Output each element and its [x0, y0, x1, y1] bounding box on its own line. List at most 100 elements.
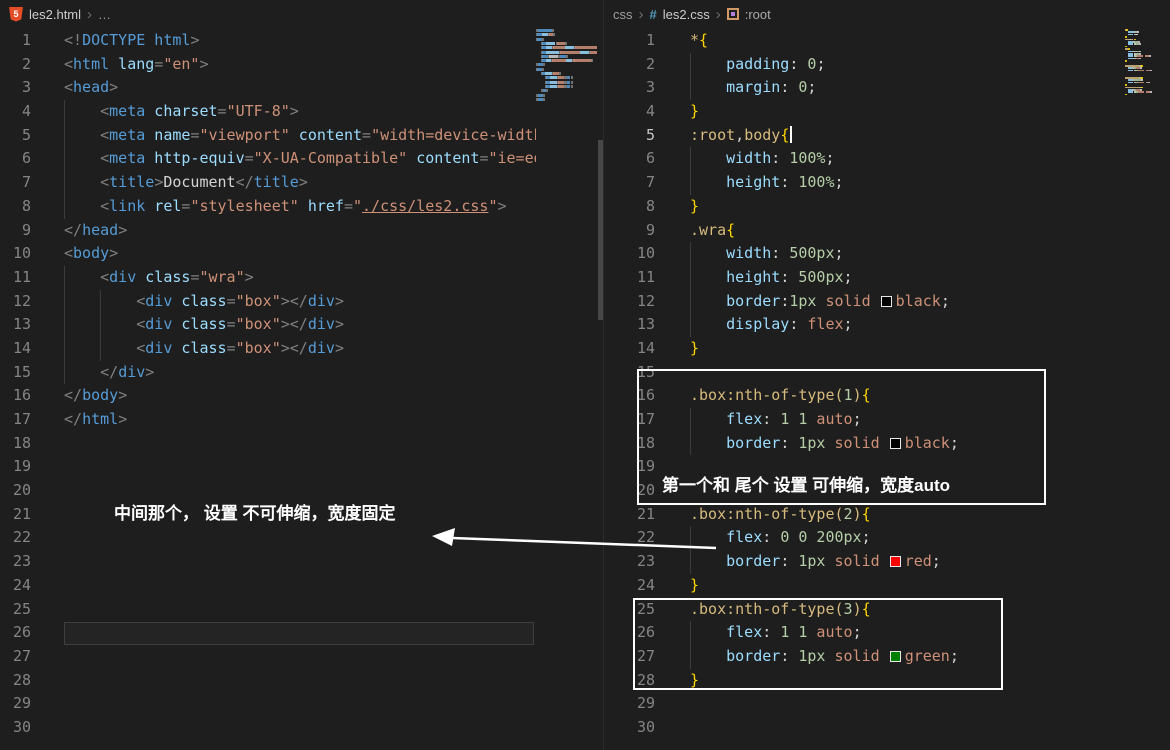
code-line[interactable]: flex: 0 0 200px;: [690, 526, 1124, 550]
code-line[interactable]: <title>Document</title>: [64, 171, 536, 195]
code-line[interactable]: }: [690, 195, 1124, 219]
code-line[interactable]: [64, 550, 536, 574]
code-line[interactable]: </head>: [64, 219, 536, 243]
code-line[interactable]: .wra{: [690, 219, 1124, 243]
line-number: 5: [0, 124, 36, 148]
code-line[interactable]: [690, 692, 1124, 716]
color-swatch[interactable]: [881, 296, 892, 307]
line-number: 9: [604, 219, 660, 243]
code-line[interactable]: *{: [690, 29, 1124, 53]
line-number: 23: [604, 550, 660, 574]
code-line[interactable]: [64, 455, 536, 479]
line-number: 5: [604, 124, 660, 148]
code-line[interactable]: .box:nth-of-type(2){: [690, 503, 1124, 527]
code-line[interactable]: <meta charset="UTF-8">: [64, 100, 536, 124]
indent-guide: [690, 53, 691, 77]
minimap-left[interactable]: [536, 29, 597, 750]
code-line[interactable]: [64, 432, 536, 456]
code-line[interactable]: flex: 1 1 auto;: [690, 408, 1124, 432]
color-swatch[interactable]: [890, 556, 901, 567]
minimap-line: [1138, 82, 1144, 84]
line-number: 12: [604, 290, 660, 314]
code-line[interactable]: <html lang="en">: [64, 53, 536, 77]
code-line[interactable]: border: 1px solid green;: [690, 645, 1124, 669]
code-line[interactable]: [690, 716, 1124, 740]
code-line[interactable]: }: [690, 669, 1124, 693]
code-line[interactable]: <link rel="stylesheet" href="./css/les2.…: [64, 195, 536, 219]
indent-guide: [64, 147, 65, 171]
minimap-line: [574, 59, 590, 62]
code-line[interactable]: [64, 503, 536, 527]
line-number: 2: [604, 53, 660, 77]
code-line[interactable]: </body>: [64, 384, 536, 408]
minimap-line: [1148, 82, 1150, 84]
code-line[interactable]: height: 100%;: [690, 171, 1124, 195]
breadcrumb-filename-left[interactable]: les2.html: [29, 7, 81, 22]
code-line[interactable]: [64, 526, 536, 550]
code-line[interactable]: <!DOCTYPE html>: [64, 29, 536, 53]
code-line[interactable]: }: [690, 100, 1124, 124]
line-number: 21: [604, 503, 660, 527]
minimap-right[interactable]: [1125, 29, 1169, 750]
minimap-line: [1150, 91, 1152, 93]
code-editor-html[interactable]: 1234567891011121314151617181920212223242…: [0, 29, 536, 750]
code-line[interactable]: border:1px solid black;: [690, 290, 1124, 314]
breadcrumb-folder[interactable]: css: [613, 7, 633, 22]
code-line[interactable]: [690, 361, 1124, 385]
code-line[interactable]: .box:nth-of-type(1){: [690, 384, 1124, 408]
breadcrumb-symbol[interactable]: :root: [745, 7, 771, 22]
code-line[interactable]: [64, 574, 536, 598]
code-line[interactable]: padding: 0;: [690, 53, 1124, 77]
code-line[interactable]: }: [690, 574, 1124, 598]
code-line[interactable]: border: 1px solid red;: [690, 550, 1124, 574]
code-line[interactable]: height: 500px;: [690, 266, 1124, 290]
minimap-line: [538, 29, 552, 32]
code-line[interactable]: display: flex;: [690, 313, 1124, 337]
code-line[interactable]: </html>: [64, 408, 536, 432]
line-number: 25: [604, 598, 660, 622]
code-line[interactable]: [64, 645, 536, 669]
code-line[interactable]: <div class="box"></div>: [64, 290, 536, 314]
code-line[interactable]: </div>: [64, 361, 536, 385]
minimap-line: [1138, 91, 1144, 93]
current-line-highlight: [64, 622, 534, 646]
code-line[interactable]: margin: 0;: [690, 76, 1124, 100]
minimap-line: [560, 51, 580, 54]
minimap-line: [565, 42, 567, 45]
code-line[interactable]: <div class="box"></div>: [64, 337, 536, 361]
breadcrumb-filename-right[interactable]: les2.css: [663, 7, 710, 22]
code-line[interactable]: flex: 1 1 auto;: [690, 621, 1124, 645]
code-line[interactable]: [690, 455, 1124, 479]
line-number: 25: [0, 598, 36, 622]
minimap-line: [557, 42, 565, 45]
code-line[interactable]: [64, 692, 536, 716]
line-number: 15: [0, 361, 36, 385]
minimap-line: [1136, 34, 1138, 36]
code-editor-css[interactable]: 1234567891011121314151617181920212223242…: [604, 29, 1124, 750]
code-line[interactable]: <head>: [64, 76, 536, 100]
code-line[interactable]: [64, 669, 536, 693]
code-line[interactable]: [64, 598, 536, 622]
code-line[interactable]: <div class="wra">: [64, 266, 536, 290]
code-line[interactable]: width: 100%;: [690, 147, 1124, 171]
code-line[interactable]: <meta http-equiv="X-UA-Compatible" conte…: [64, 147, 536, 171]
minimap-line: [546, 51, 559, 54]
code-line[interactable]: .box:nth-of-type(3){: [690, 598, 1124, 622]
breadcrumb-ellipsis[interactable]: …: [98, 7, 111, 22]
code-line[interactable]: <body>: [64, 242, 536, 266]
color-swatch[interactable]: [890, 438, 901, 449]
color-swatch[interactable]: [890, 651, 901, 662]
line-number: 29: [0, 692, 36, 716]
code-line[interactable]: width: 500px;: [690, 242, 1124, 266]
code-line[interactable]: <div class="box"></div>: [64, 313, 536, 337]
code-line[interactable]: :root,body{: [690, 124, 1124, 148]
code-line[interactable]: [64, 716, 536, 740]
code-line[interactable]: }: [690, 337, 1124, 361]
code-line[interactable]: border: 1px solid black;: [690, 432, 1124, 456]
code-line[interactable]: <meta name="viewport" content="width=dev…: [64, 124, 536, 148]
code-line[interactable]: [690, 479, 1124, 503]
code-line[interactable]: [64, 479, 536, 503]
line-number: 26: [604, 621, 660, 645]
line-number: 28: [0, 669, 36, 693]
line-number: 9: [0, 219, 36, 243]
